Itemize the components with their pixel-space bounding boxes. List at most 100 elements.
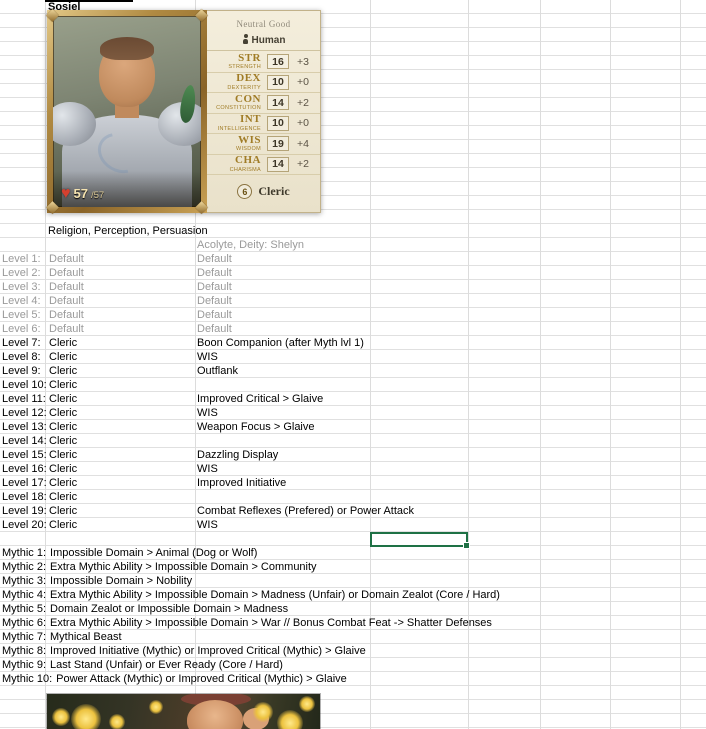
level-feat-cell[interactable]: WIS: [197, 350, 218, 364]
level-feat-cell[interactable]: Default: [197, 280, 232, 294]
mythic-row-2[interactable]: Mythic 2: Extra Mythic Ability > Impossib…: [0, 560, 706, 574]
level-label[interactable]: Level 9:: [2, 364, 41, 378]
level-feat-cell[interactable]: Default: [197, 266, 232, 280]
level-feat-cell[interactable]: Improved Initiative: [197, 476, 286, 490]
character-card-image[interactable]: ♥ 57 /57 Neutral Good Human STR STRENGTH 1…: [46, 9, 321, 214]
level-label[interactable]: Level 20:: [2, 518, 47, 532]
level-feat-cell[interactable]: Improved Critical > Glaive: [197, 392, 323, 406]
stat-row-cha: CHA CHARISMA 14 +2: [207, 155, 320, 175]
level-class-cell[interactable]: Cleric: [49, 490, 77, 504]
mythic-row-1[interactable]: Mythic 1: Impossible Domain > Animal (Dog…: [0, 546, 706, 560]
level-class-cell[interactable]: Default: [49, 266, 84, 280]
level-feat-cell[interactable]: Default: [197, 294, 232, 308]
level-row-4: Level 4: Default Default: [0, 294, 706, 308]
level-row-6: Level 6: Default Default: [0, 322, 706, 336]
level-label[interactable]: Level 15:: [2, 448, 47, 462]
level-label[interactable]: Level 8:: [2, 350, 41, 364]
level-class-cell[interactable]: Cleric: [49, 406, 77, 420]
level-label[interactable]: Level 16:: [2, 462, 47, 476]
mythic-value: Power Attack (Mythic) or Improved Critic…: [56, 673, 347, 685]
level-class-cell[interactable]: Default: [49, 294, 84, 308]
level-class-cell[interactable]: Cleric: [49, 504, 77, 518]
mythic-row-6[interactable]: Mythic 6: Extra Mythic Ability > Impossib…: [0, 616, 706, 630]
level-label[interactable]: Level 18:: [2, 490, 47, 504]
stat-value: 10: [267, 115, 289, 131]
level-class-cell[interactable]: Cleric: [49, 462, 77, 476]
selected-cell[interactable]: [370, 532, 470, 549]
bokeh-light: [71, 704, 101, 729]
level-label[interactable]: Level 17:: [2, 476, 47, 490]
level-class-cell[interactable]: Default: [49, 322, 84, 336]
stat-value: 14: [267, 95, 289, 111]
level-class-cell[interactable]: Cleric: [49, 420, 77, 434]
stat-label: WIS WISDOM: [209, 134, 261, 153]
level-label[interactable]: Level 14:: [2, 434, 47, 448]
level-label[interactable]: Level 6:: [2, 322, 41, 336]
mythic-row-4[interactable]: Mythic 4: Extra Mythic Ability > Impossib…: [0, 588, 706, 602]
level-label[interactable]: Level 1:: [2, 252, 41, 266]
level-label[interactable]: Level 4:: [2, 294, 41, 308]
stat-name: STRENGTH: [228, 64, 261, 71]
level-row-1: Level 1: Default Default: [0, 252, 706, 266]
level-feat-cell[interactable]: Combat Reflexes (Prefered) or Power Atta…: [197, 504, 414, 518]
level-feat-cell[interactable]: Default: [197, 308, 232, 322]
level-class-cell[interactable]: Cleric: [49, 448, 77, 462]
level-feat-cell[interactable]: Boon Companion (after Myth lvl 1): [197, 336, 364, 350]
level-feat-cell[interactable]: Default: [197, 252, 232, 266]
class-level-badge: 6: [237, 184, 253, 199]
level-label[interactable]: Level 11:: [2, 392, 46, 406]
level-row-12: Level 12: Cleric WIS: [0, 406, 706, 420]
stat-abbr: INT: [239, 113, 261, 126]
level-class-cell[interactable]: Default: [49, 308, 84, 322]
mythic-row-10[interactable]: Mythic 10: Power Attack (Mythic) or Impro…: [0, 672, 706, 686]
level-class-cell[interactable]: Default: [49, 280, 84, 294]
level-feat-cell[interactable]: WIS: [197, 406, 218, 420]
mythic-row-8[interactable]: Mythic 8: Improved Initiative (Mythic) or…: [0, 644, 706, 658]
level-label[interactable]: Level 2:: [2, 266, 41, 280]
class-name: Cleric: [258, 184, 290, 198]
level-label[interactable]: Level 5:: [2, 308, 41, 322]
mythic-row-5[interactable]: Mythic 5: Domain Zealot or Impossible Dom…: [0, 602, 706, 616]
stat-label: STR STRENGTH: [209, 52, 261, 71]
stat-value: 14: [267, 156, 289, 172]
level-class-cell[interactable]: Cleric: [49, 378, 77, 392]
mythic-value: Impossible Domain > Nobility: [50, 575, 193, 587]
level-row-9: Level 9: Cleric Outflank: [0, 364, 706, 378]
level-class-cell[interactable]: Cleric: [49, 476, 77, 490]
level-class-cell[interactable]: Cleric: [49, 350, 77, 364]
mythic-row-9[interactable]: Mythic 9: Last Stand (Unfair) or Ever Rea…: [0, 658, 706, 672]
level-label[interactable]: Level 12:: [2, 406, 47, 420]
mythic-row-3[interactable]: Mythic 3: Impossible Domain > Nobility: [0, 574, 706, 588]
level-feat-cell[interactable]: WIS: [197, 462, 218, 476]
mythic-label: Mythic 10:: [2, 673, 53, 685]
mythic-row-7[interactable]: Mythic 7: Mythical Beast: [0, 630, 706, 644]
stats-panel: Neutral Good Human STR STRENGTH 16 +3 DEX DEX…: [207, 10, 321, 213]
level-class-cell[interactable]: Cleric: [49, 392, 77, 406]
level-feat-cell[interactable]: Weapon Focus > Glaive: [197, 420, 315, 434]
level-feat-cell[interactable]: Dazzling Display: [197, 448, 278, 462]
level-label[interactable]: Level 13:: [2, 420, 47, 434]
stat-row-con: CON CONSTITUTION 14 +2: [207, 93, 320, 114]
level-feat-cell[interactable]: Outflank: [197, 364, 238, 378]
level-label[interactable]: Level 7:: [2, 336, 41, 350]
level-label[interactable]: Level 3:: [2, 280, 41, 294]
level-class-cell[interactable]: Cleric: [49, 434, 77, 448]
bottom-portrait-image[interactable]: [47, 694, 320, 729]
level-class-cell[interactable]: Default: [49, 252, 84, 266]
race-label: Human: [251, 35, 286, 46]
level-feat-cell[interactable]: Default: [197, 322, 232, 336]
background-deity-cell[interactable]: Acolyte, Deity: Shelyn: [197, 238, 304, 252]
level-row-20: Level 20: Cleric WIS: [0, 518, 706, 532]
level-row-5: Level 5: Default Default: [0, 308, 706, 322]
level-label[interactable]: Level 10:: [2, 378, 47, 392]
skills-cell[interactable]: Religion, Perception, Persuasion: [48, 224, 208, 238]
level-class-cell[interactable]: Cleric: [49, 364, 77, 378]
level-class-cell[interactable]: Cleric: [49, 518, 77, 532]
level-class-cell[interactable]: Cleric: [49, 336, 77, 350]
stat-row-wis: WIS WISDOM 19 +4: [207, 134, 320, 155]
level-feat-cell[interactable]: WIS: [197, 518, 218, 532]
stat-modifier: +0: [297, 76, 309, 89]
stat-name: DEXTERITY: [227, 84, 261, 91]
mythic-value: Last Stand (Unfair) or Ever Ready (Core …: [50, 659, 283, 671]
level-label[interactable]: Level 19:: [2, 504, 47, 518]
